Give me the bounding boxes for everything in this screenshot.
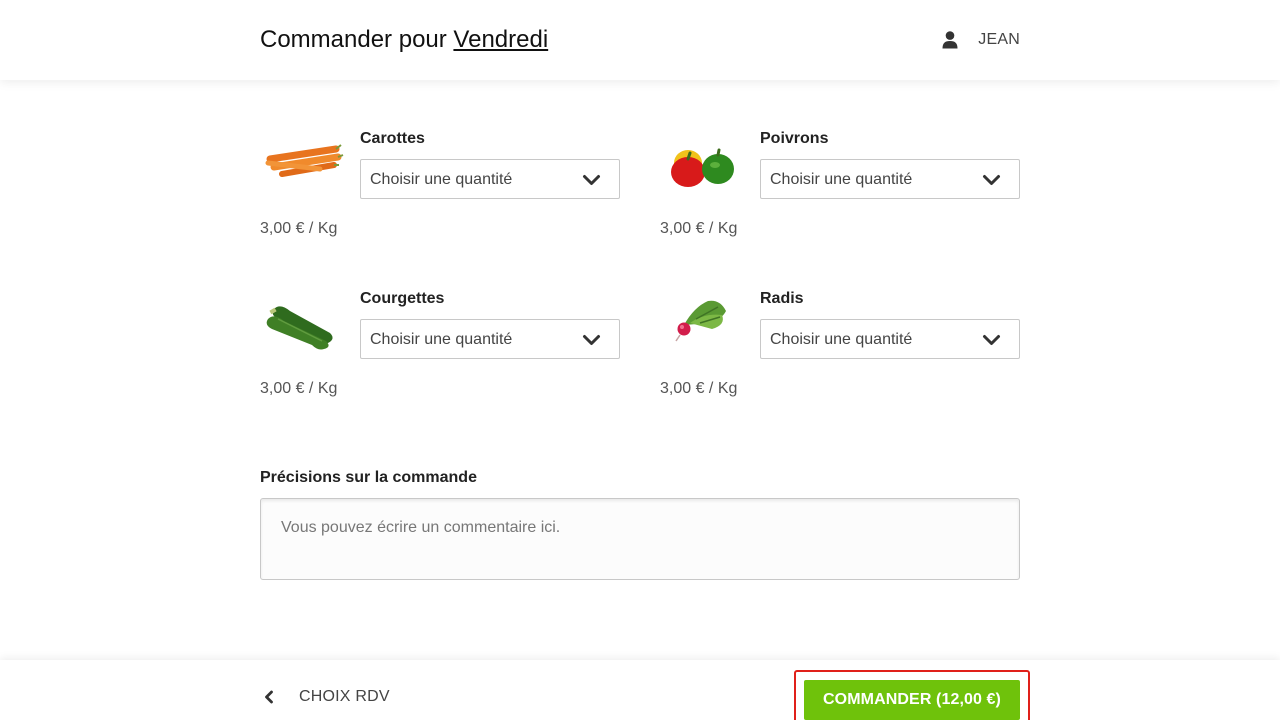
header-content: Commander pour Vendredi JEAN — [260, 0, 1020, 80]
quantity-select-value: Choisir une quantité — [770, 171, 913, 188]
quantity-select-courgettes[interactable]: Choisir une quantité — [360, 319, 620, 359]
user-name: JEAN — [978, 31, 1020, 48]
product-price: 3,00 € / Kg — [660, 220, 738, 237]
back-to-appointment-button[interactable]: CHOIX RDV — [260, 688, 390, 706]
page-title: Commander pour Vendredi — [260, 26, 548, 54]
chevron-down-icon — [582, 173, 601, 187]
product-price: 3,00 € / Kg — [260, 220, 338, 237]
top-bar: Commander pour Vendredi JEAN — [0, 0, 1280, 80]
order-submit-button[interactable]: COMMANDER (12,00 €) — [804, 680, 1020, 720]
product-card-poivrons: Poivrons Choisir une quantité 3,00 € / K… — [660, 129, 1020, 249]
product-name: Carottes — [360, 130, 425, 147]
quantity-select-radis[interactable]: Choisir une quantité — [760, 319, 1020, 359]
chevron-down-icon — [982, 173, 1001, 187]
chevron-left-icon — [263, 690, 275, 704]
chevron-down-icon — [582, 333, 601, 347]
product-card-carottes: Carottes Choisir une quantité 3,00 € / K… — [260, 129, 620, 249]
order-notes-textarea[interactable] — [260, 498, 1020, 580]
quantity-select-value: Choisir une quantité — [370, 171, 513, 188]
bottom-bar: CHOIX RDV COMMANDER (12,00 €) — [0, 660, 1280, 720]
product-price: 3,00 € / Kg — [260, 380, 338, 397]
delivery-day-link[interactable]: Vendredi — [453, 26, 548, 53]
quantity-select-value: Choisir une quantité — [370, 331, 513, 348]
user-icon — [942, 31, 958, 49]
back-button-label: CHOIX RDV — [299, 688, 390, 705]
peppers-image — [660, 129, 744, 199]
product-name: Courgettes — [360, 290, 445, 307]
product-card-radis: Radis Choisir une quantité 3,00 € / Kg — [660, 289, 1020, 409]
quantity-select-poivrons[interactable]: Choisir une quantité — [760, 159, 1020, 199]
user-menu[interactable]: JEAN — [942, 28, 1020, 52]
chevron-down-icon — [982, 333, 1001, 347]
product-name: Radis — [760, 290, 804, 307]
carrots-image — [260, 129, 344, 199]
page-title-prefix: Commander pour — [260, 26, 447, 53]
product-card-courgettes: Courgettes Choisir une quantité 3,00 € /… — [260, 289, 620, 409]
radish-image — [660, 289, 744, 359]
quantity-select-carottes[interactable]: Choisir une quantité — [360, 159, 620, 199]
order-notes-label: Précisions sur la commande — [260, 469, 477, 486]
zucchini-image — [260, 289, 344, 359]
quantity-select-value: Choisir une quantité — [770, 331, 913, 348]
product-name: Poivrons — [760, 130, 829, 147]
product-price: 3,00 € / Kg — [660, 380, 738, 397]
order-button-highlight: COMMANDER (12,00 €) — [794, 670, 1030, 720]
